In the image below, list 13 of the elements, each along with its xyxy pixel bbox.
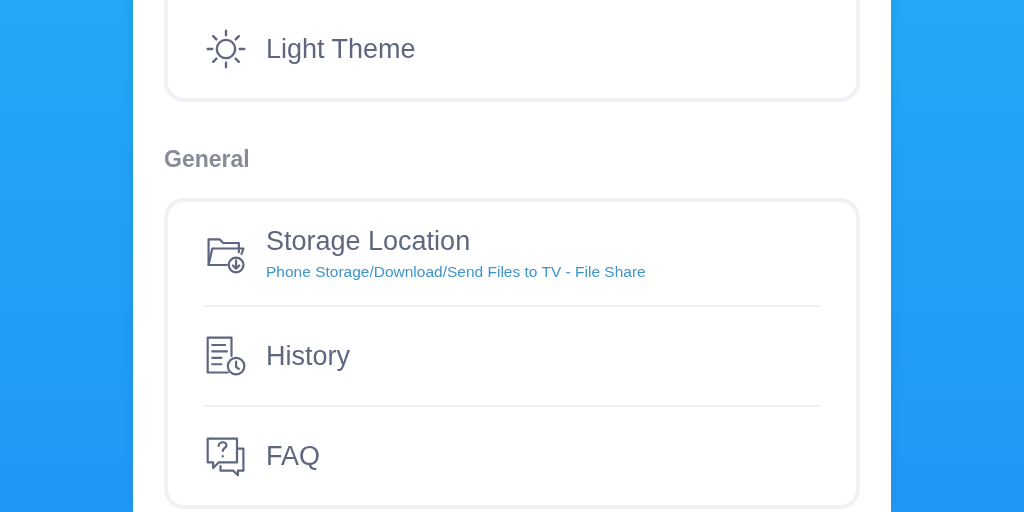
item-title: FAQ — [266, 440, 320, 472]
document-clock-icon — [204, 334, 248, 378]
settings-item[interactable]: Light Theme — [204, 0, 820, 98]
item-title: History — [266, 340, 350, 372]
item-title: Light Theme — [266, 33, 416, 65]
settings-item[interactable]: Storage Location Phone Storage/Download/Send Files to TV - File Share — [204, 202, 820, 305]
settings-item[interactable]: History — [204, 305, 820, 405]
item-subtitle: Phone Storage/Download/Send Files to TV - File Share — [266, 263, 646, 281]
sun-icon — [204, 27, 248, 71]
settings-item[interactable]: FAQ — [204, 405, 820, 505]
question-chat-icon — [204, 434, 248, 478]
section-heading: General — [164, 146, 251, 172]
item-title: Storage Location — [266, 226, 472, 257]
